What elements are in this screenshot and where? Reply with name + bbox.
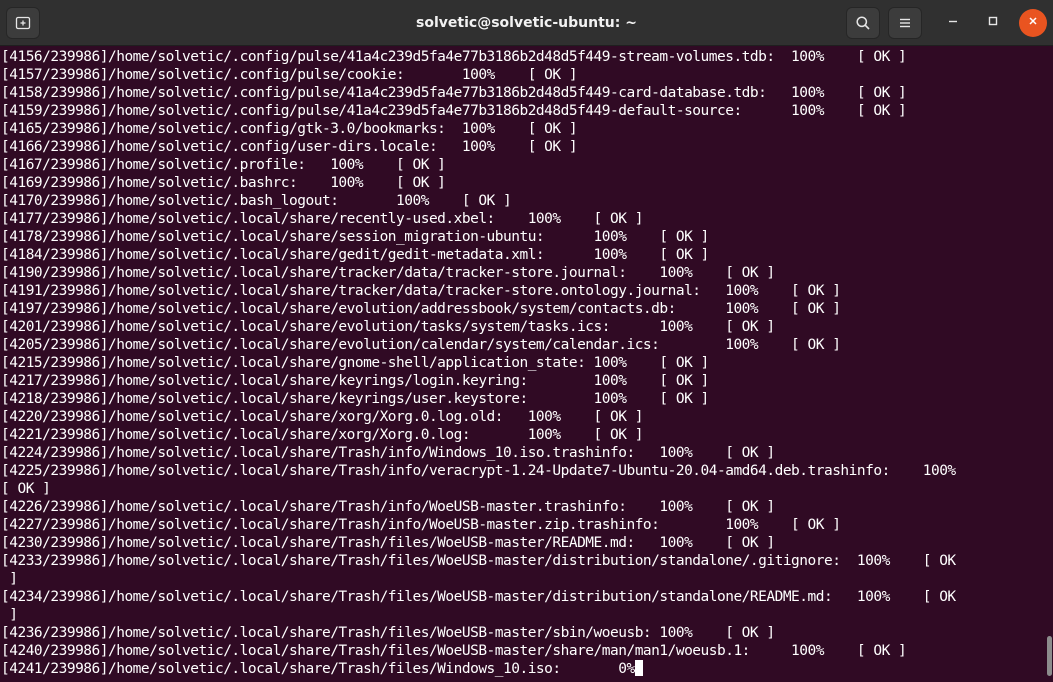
terminal-line-text: ]: [1, 571, 18, 587]
terminal-line: [4191/239986]/home/solvetic/.local/share…: [0, 282, 1045, 300]
maximize-icon: [987, 14, 999, 32]
title-bar[interactable]: solvetic@solvetic-ubuntu: ~: [0, 0, 1053, 46]
minimize-button[interactable]: [939, 9, 967, 37]
close-button[interactable]: [1019, 9, 1047, 37]
terminal-line-text: [4240/239986]/home/solvetic/.local/share…: [1, 643, 907, 659]
terminal-line: [4225/239986]/home/solvetic/.local/share…: [0, 462, 1045, 480]
terminal-line: [4240/239986]/home/solvetic/.local/share…: [0, 642, 1045, 660]
terminal-line: [4205/239986]/home/solvetic/.local/share…: [0, 336, 1045, 354]
terminal-line-text: [4157/239986]/home/solvetic/.config/puls…: [1, 67, 578, 83]
terminal-line-text: [4236/239986]/home/solvetic/.local/share…: [1, 625, 775, 641]
terminal-line-text: [4241/239986]/home/solvetic/.local/share…: [1, 661, 635, 677]
terminal-line-text: [4177/239986]/home/solvetic/.local/share…: [1, 211, 643, 227]
terminal-line: [4197/239986]/home/solvetic/.local/share…: [0, 300, 1045, 318]
terminal-line: [4166/239986]/home/solvetic/.config/user…: [0, 138, 1045, 156]
terminal-line-text: [4205/239986]/home/solvetic/.local/share…: [1, 337, 841, 353]
terminal-line-text: [4227/239986]/home/solvetic/.local/share…: [1, 517, 841, 533]
new-tab-button[interactable]: [6, 7, 40, 39]
terminal-line-text: [4230/239986]/home/solvetic/.local/share…: [1, 535, 775, 551]
terminal-line-text: [4201/239986]/home/solvetic/.local/share…: [1, 319, 775, 335]
terminal-line: [4230/239986]/home/solvetic/.local/share…: [0, 534, 1045, 552]
scrollbar-thumb[interactable]: [1047, 636, 1052, 676]
terminal-line: [4217/239986]/home/solvetic/.local/share…: [0, 372, 1045, 390]
terminal-line-text: [4218/239986]/home/solvetic/.local/share…: [1, 391, 709, 407]
new-tab-icon: [15, 15, 31, 31]
terminal-line-text: [4217/239986]/home/solvetic/.local/share…: [1, 373, 709, 389]
terminal-line: [4190/239986]/home/solvetic/.local/share…: [0, 264, 1045, 282]
maximize-button[interactable]: [979, 9, 1007, 37]
minimize-icon: [947, 14, 959, 32]
terminal-line: [4220/239986]/home/solvetic/.local/share…: [0, 408, 1045, 426]
terminal-line: [4157/239986]/home/solvetic/.config/puls…: [0, 66, 1045, 84]
terminal-line-text: [4156/239986]/home/solvetic/.config/puls…: [1, 49, 907, 65]
terminal-line-text: [4224/239986]/home/solvetic/.local/share…: [1, 445, 775, 461]
search-button[interactable]: [846, 7, 880, 39]
terminal-line: ]: [0, 570, 1045, 588]
terminal-line-text: [4190/239986]/home/solvetic/.local/share…: [1, 265, 775, 281]
search-icon: [855, 15, 871, 31]
terminal-line-text: [4167/239986]/home/solvetic/.profile: 10…: [1, 157, 446, 173]
terminal-line: [4178/239986]/home/solvetic/.local/share…: [0, 228, 1045, 246]
terminal-line-text: [4191/239986]/home/solvetic/.local/share…: [1, 283, 841, 299]
terminal-line: [4156/239986]/home/solvetic/.config/puls…: [0, 48, 1045, 66]
terminal-line-text: [4197/239986]/home/solvetic/.local/share…: [1, 301, 841, 317]
terminal-line: [4201/239986]/home/solvetic/.local/share…: [0, 318, 1045, 336]
scrollbar[interactable]: [1045, 46, 1053, 682]
terminal-line: [4169/239986]/home/solvetic/.bashrc: 100…: [0, 174, 1045, 192]
terminal-line: [4218/239986]/home/solvetic/.local/share…: [0, 390, 1045, 408]
close-icon: [1027, 14, 1039, 32]
terminal-line-text: [4226/239986]/home/solvetic/.local/share…: [1, 499, 775, 515]
terminal-line-text: [4165/239986]/home/solvetic/.config/gtk-…: [1, 121, 578, 137]
terminal-line-text: [4158/239986]/home/solvetic/.config/puls…: [1, 85, 907, 101]
terminal-line-text: [4178/239986]/home/solvetic/.local/share…: [1, 229, 709, 245]
terminal-line-text: [4184/239986]/home/solvetic/.local/share…: [1, 247, 709, 263]
terminal-line: [4177/239986]/home/solvetic/.local/share…: [0, 210, 1045, 228]
hamburger-menu-icon: [897, 15, 913, 31]
terminal-line: [4241/239986]/home/solvetic/.local/share…: [0, 660, 1045, 678]
terminal-line-text: [4234/239986]/home/solvetic/.local/share…: [1, 589, 956, 605]
terminal-line: [4233/239986]/home/solvetic/.local/share…: [0, 552, 1045, 570]
terminal-line-text: [ OK ]: [1, 481, 51, 497]
terminal-line-text: [4221/239986]/home/solvetic/.local/share…: [1, 427, 643, 443]
terminal-output[interactable]: [4156/239986]/home/solvetic/.config/puls…: [0, 48, 1045, 682]
terminal-line-text: [4220/239986]/home/solvetic/.local/share…: [1, 409, 643, 425]
terminal-line-text: ]: [1, 607, 18, 623]
terminal-line: ]: [0, 606, 1045, 624]
terminal-line: [ OK ]: [0, 480, 1045, 498]
menu-button[interactable]: [888, 7, 922, 39]
terminal-line: [4167/239986]/home/solvetic/.profile: 10…: [0, 156, 1045, 174]
terminal-line: [4226/239986]/home/solvetic/.local/share…: [0, 498, 1045, 516]
terminal-line-text: [4159/239986]/home/solvetic/.config/puls…: [1, 103, 907, 119]
terminal-line: [4159/239986]/home/solvetic/.config/puls…: [0, 102, 1045, 120]
terminal-line: [4234/239986]/home/solvetic/.local/share…: [0, 588, 1045, 606]
terminal-line-text: [4215/239986]/home/solvetic/.local/share…: [1, 355, 709, 371]
terminal-line-text: [4233/239986]/home/solvetic/.local/share…: [1, 553, 956, 569]
terminal-line: [4184/239986]/home/solvetic/.local/share…: [0, 246, 1045, 264]
terminal-line: [4165/239986]/home/solvetic/.config/gtk-…: [0, 120, 1045, 138]
terminal-line-text: [4170/239986]/home/solvetic/.bash_logout…: [1, 193, 512, 209]
terminal-window: solvetic@solvetic-ubuntu: ~ [4156/239986…: [0, 0, 1053, 682]
terminal-line-text: [4169/239986]/home/solvetic/.bashrc: 100…: [1, 175, 446, 191]
terminal-line: [4227/239986]/home/solvetic/.local/share…: [0, 516, 1045, 534]
terminal-line: [4215/239986]/home/solvetic/.local/share…: [0, 354, 1045, 372]
terminal-cursor: [634, 660, 643, 676]
terminal-line-text: [4225/239986]/home/solvetic/.local/share…: [1, 463, 956, 479]
terminal-line: [4224/239986]/home/solvetic/.local/share…: [0, 444, 1045, 462]
terminal-line: [4170/239986]/home/solvetic/.bash_logout…: [0, 192, 1045, 210]
terminal-line: [4236/239986]/home/solvetic/.local/share…: [0, 624, 1045, 642]
terminal-line: [4158/239986]/home/solvetic/.config/puls…: [0, 84, 1045, 102]
terminal-line-text: [4166/239986]/home/solvetic/.config/user…: [1, 139, 578, 155]
terminal-line: [4221/239986]/home/solvetic/.local/share…: [0, 426, 1045, 444]
